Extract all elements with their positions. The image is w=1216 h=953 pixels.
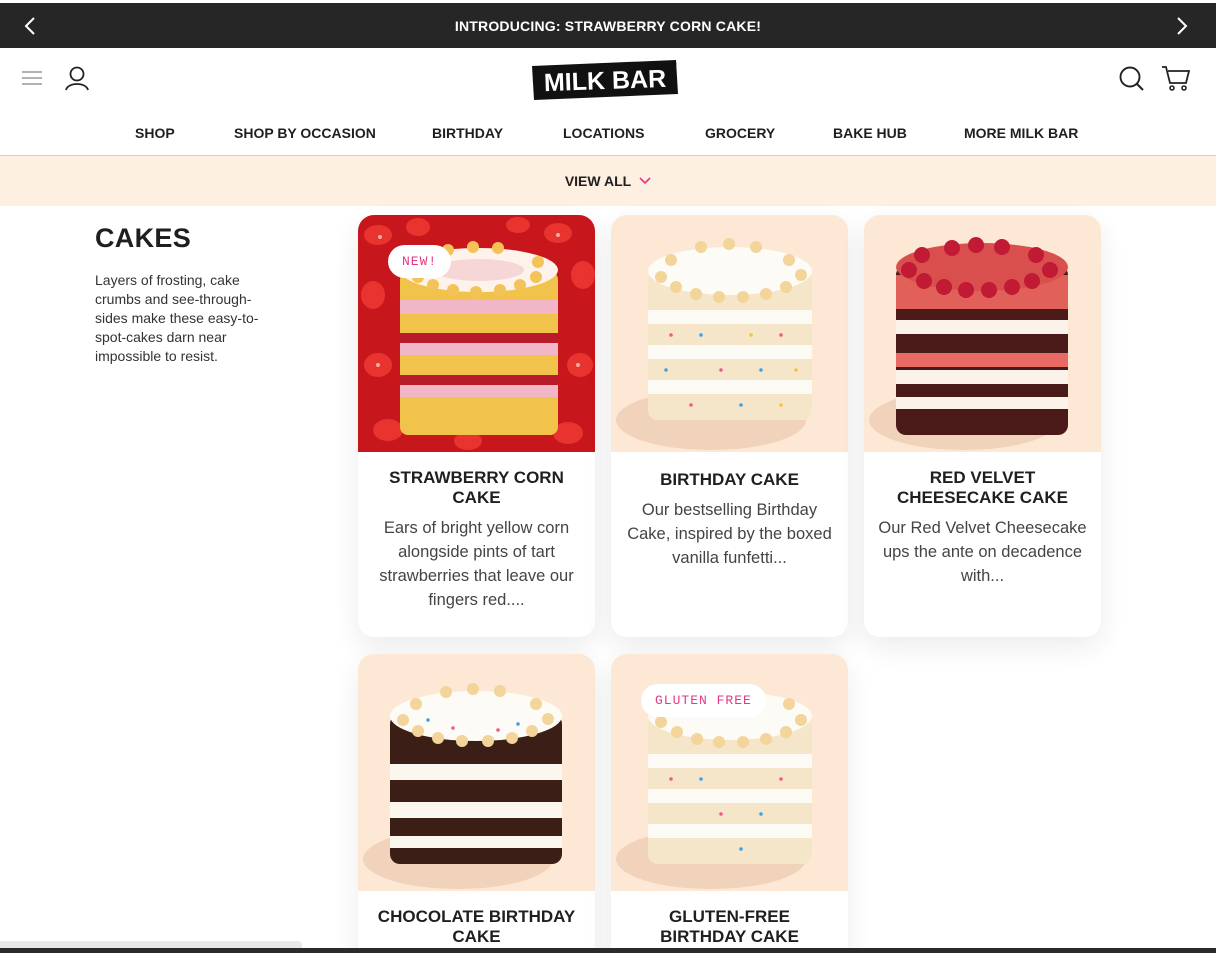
product-card-red-velvet-cheesecake-cake[interactable]: RED VELVET CHEESECAKE CAKE Our Red Velve…: [864, 215, 1101, 637]
product-title[interactable]: STRAWBERRY CORN CAKE: [358, 452, 595, 508]
product-title[interactable]: RED VELVET CHEESECAKE CAKE: [864, 452, 1101, 508]
milk-bar-logo[interactable]: MILK BAR: [530, 58, 680, 101]
gluten-free-badge: GLUTEN FREE: [641, 684, 766, 717]
product-image: [864, 215, 1101, 452]
account-icon[interactable]: [64, 64, 90, 92]
chevron-down-icon: [639, 172, 651, 190]
product-title[interactable]: BIRTHDAY CAKE: [611, 452, 848, 490]
menu-icon[interactable]: [20, 66, 44, 90]
product-card-gluten-free-birthday-cake[interactable]: GLUTEN FREE GLUTEN-FREE BIRTHDAY CAKE: [611, 654, 848, 953]
category-title: CAKES: [95, 223, 192, 253]
nav-item-shop[interactable]: SHOP: [135, 125, 175, 141]
nav-item-locations[interactable]: LOCATIONS: [563, 125, 644, 141]
product-title[interactable]: CHOCOLATE BIRTHDAY CAKE: [358, 891, 595, 947]
product-card-strawberry-corn-cake[interactable]: NEW! STRAWBERRY CORN CAKE Ears of bright…: [358, 215, 595, 637]
product-image: [358, 654, 595, 891]
product-image: NEW!: [358, 215, 595, 452]
main-nav: SHOP SHOP BY OCCASION BIRTHDAY LOCATIONS…: [0, 112, 1216, 156]
product-description: Ears of bright yellow corn alongside pin…: [379, 519, 574, 609]
nav-item-birthday[interactable]: BIRTHDAY: [432, 125, 503, 141]
chevron-left-icon[interactable]: [17, 13, 43, 39]
view-all-dropdown[interactable]: VIEW ALL: [0, 156, 1216, 206]
search-icon[interactable]: [1117, 64, 1145, 92]
chevron-right-icon[interactable]: [1169, 13, 1195, 39]
product-card-chocolate-birthday-cake[interactable]: CHOCOLATE BIRTHDAY CAKE: [358, 654, 595, 953]
nav-item-bake-hub[interactable]: BAKE HUB: [833, 125, 907, 141]
new-badge: NEW!: [388, 245, 452, 278]
nav-item-shop-by-occasion[interactable]: SHOP BY OCCASION: [234, 125, 376, 141]
product-description: Our Red Velvet Cheesecake ups the ante o…: [878, 519, 1087, 585]
window-bottom-edge: [0, 948, 1216, 953]
product-card-birthday-cake[interactable]: BIRTHDAY CAKE Our bestselling Birthday C…: [611, 215, 848, 637]
view-all-label: VIEW ALL: [564, 173, 632, 189]
product-title[interactable]: GLUTEN-FREE BIRTHDAY CAKE: [611, 891, 848, 947]
nav-item-grocery[interactable]: GROCERY: [705, 125, 775, 141]
product-image: GLUTEN FREE: [611, 654, 848, 891]
announcement-text[interactable]: INTRODUCING: STRAWBERRY CORN CAKE!: [455, 18, 761, 34]
category-description: Layers of frosting, cake crumbs and see-…: [95, 272, 259, 364]
category-intro: CAKES Layers of frosting, cake crumbs an…: [95, 223, 275, 366]
logo-text: MILK BAR: [543, 65, 666, 97]
nav-item-more-milk-bar[interactable]: MORE MILK BAR: [964, 125, 1078, 141]
product-image: [611, 215, 848, 452]
site-header: MILK BAR: [0, 48, 1216, 112]
announcement-bar: INTRODUCING: STRAWBERRY CORN CAKE!: [0, 3, 1216, 48]
cart-icon[interactable]: [1160, 64, 1190, 92]
product-description: Our bestselling Birthday Cake, inspired …: [627, 501, 832, 567]
